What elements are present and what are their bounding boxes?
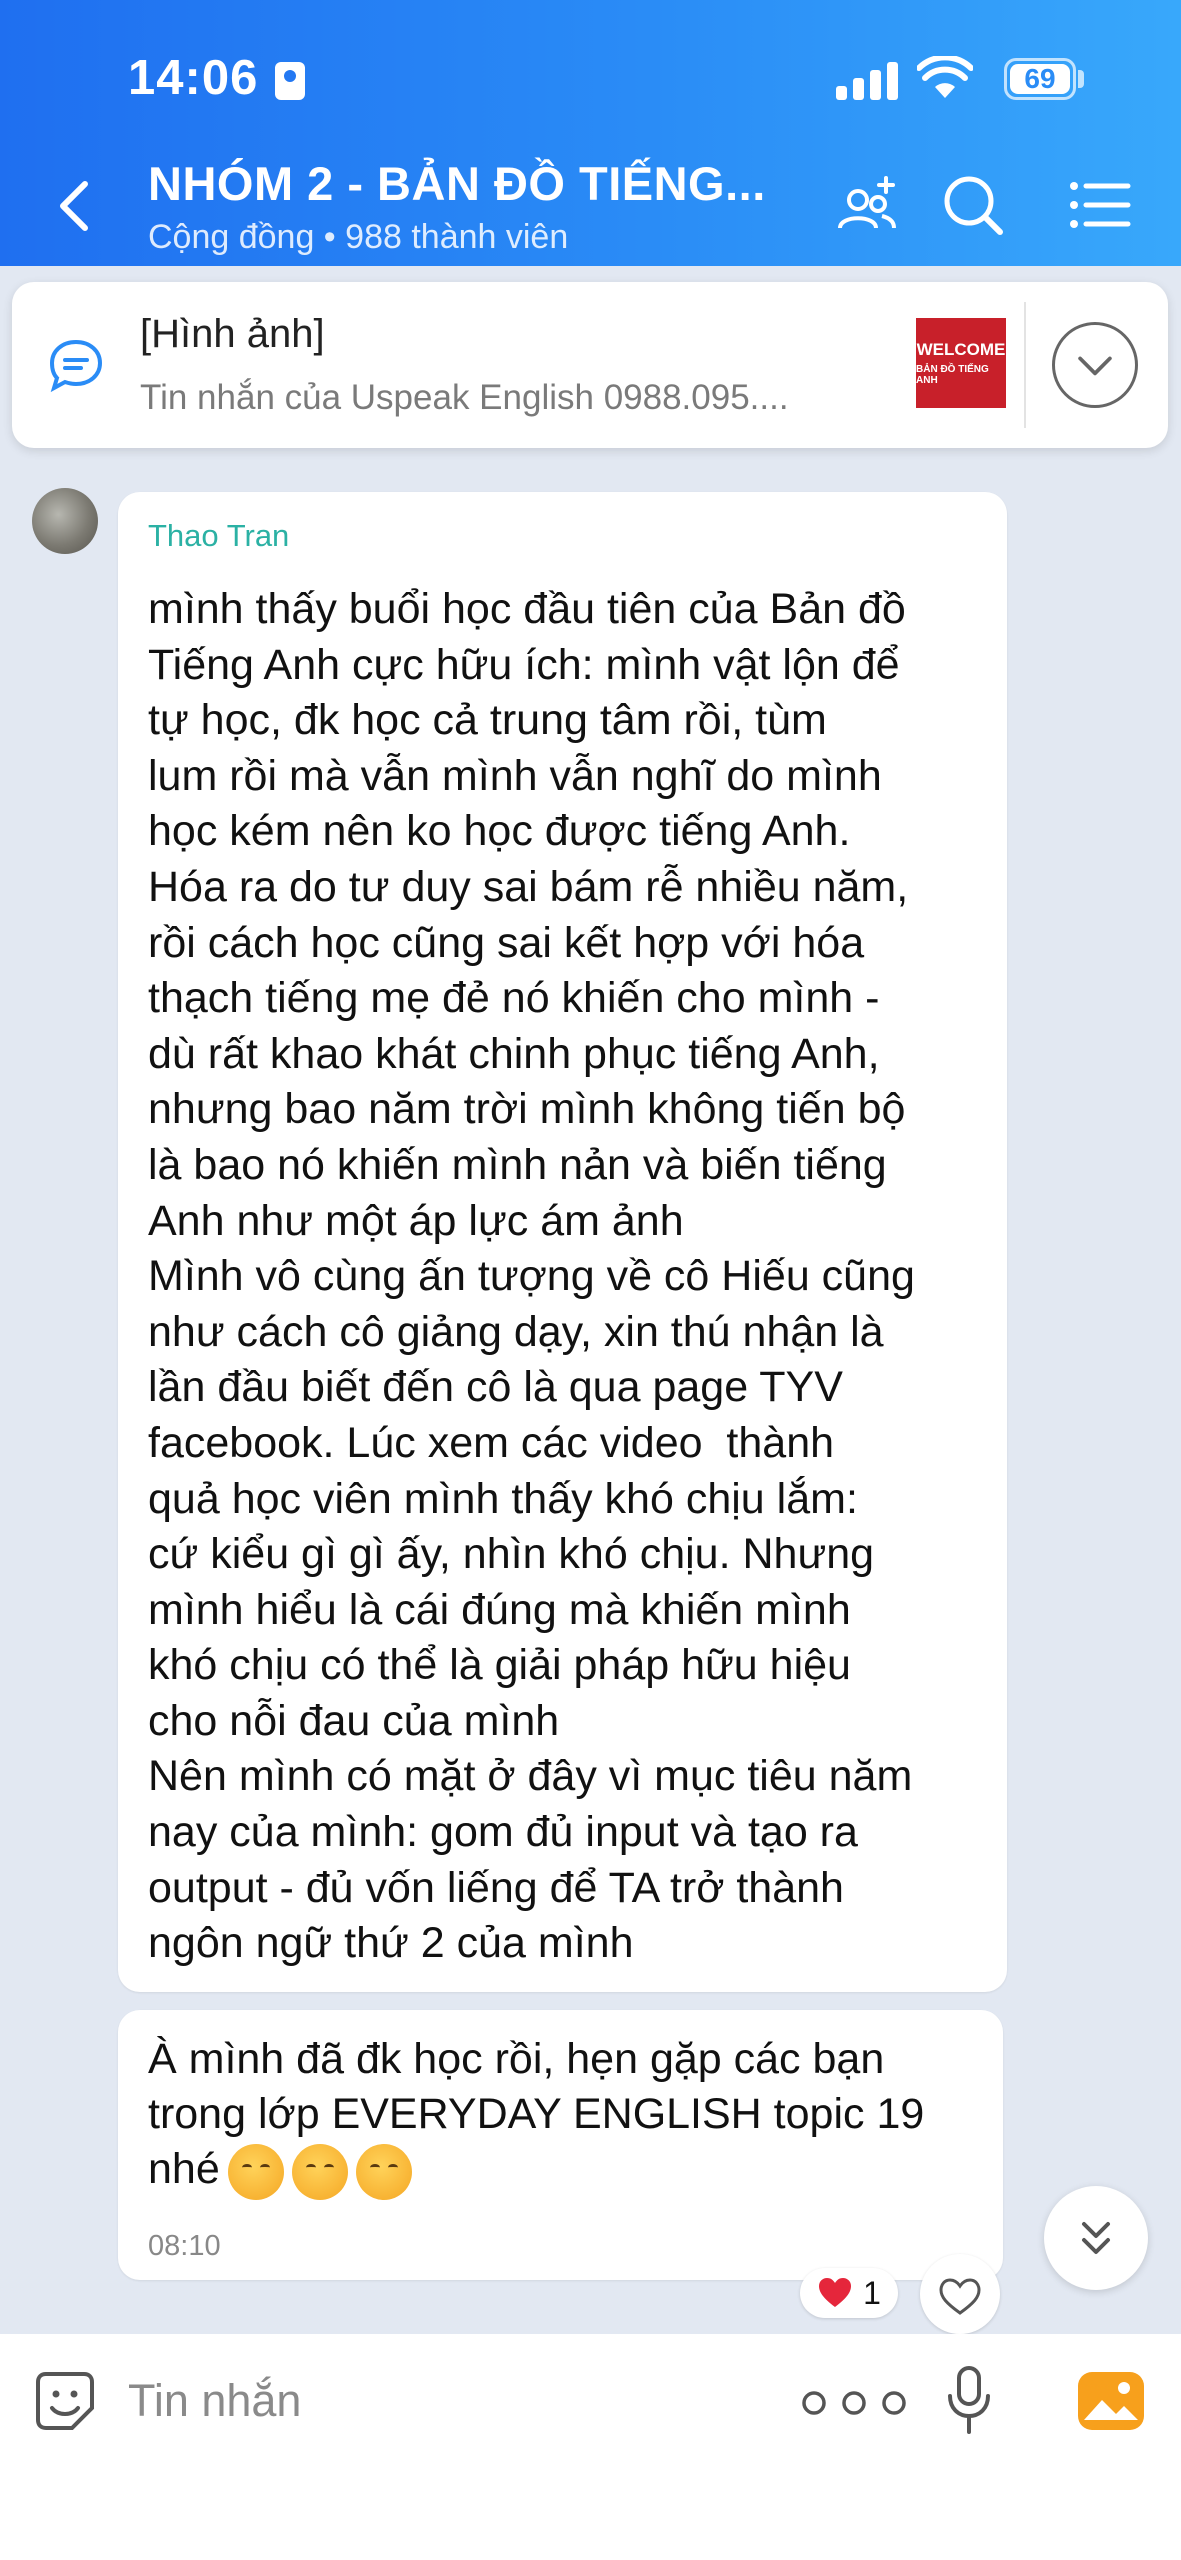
heart-filled-icon xyxy=(819,2278,852,2307)
smiling-emoji-icon xyxy=(291,2143,348,2200)
pinned-title: [Hình ảnh] xyxy=(140,312,325,356)
sender-name[interactable]: Thao Tran xyxy=(148,518,289,554)
message-bubble[interactable]: À mình đã đk học rồi, hẹn gặp các bạn tr… xyxy=(118,2010,1003,2280)
chat-bubble-icon xyxy=(49,339,103,393)
smiling-emoji-icon xyxy=(227,2143,284,2200)
signal-icon xyxy=(836,62,900,100)
thumbnail-line1: WELCOME xyxy=(916,340,1006,359)
pinned-subtitle: Tin nhắn của Uspeak English 0988.095.... xyxy=(140,378,789,417)
group-title[interactable]: NHÓM 2 - BẢN ĐỒ TIẾNG... xyxy=(148,156,766,211)
sticker-smile-icon[interactable] xyxy=(32,2368,98,2434)
more-dots-icon[interactable] xyxy=(796,2388,916,2418)
message-text: mình thấy buổi học đầu tiên của Bản đồ T… xyxy=(148,585,915,1968)
battery-tip xyxy=(1078,70,1084,88)
chevron-left-icon[interactable] xyxy=(55,178,95,234)
double-chevron-down-icon[interactable] xyxy=(1044,2186,1148,2290)
reaction-count: 1 xyxy=(863,2274,881,2311)
battery-icon: 69 xyxy=(1004,58,1076,100)
thumbnail-line2: BẢN ĐỒ TIẾNG ANH xyxy=(916,364,989,386)
message-time: 08:10 xyxy=(148,2230,221,2262)
pinned-message[interactable]: [Hình ảnh] Tin nhắn của Uspeak English 0… xyxy=(12,282,1168,448)
reaction-badge[interactable]: 1 xyxy=(800,2268,898,2318)
chat-header: 14:06 69 NHÓM 2 - BẢN ĐỒ TIẾNG... Cộng đ… xyxy=(0,0,1181,266)
smiling-emoji-icon xyxy=(355,2143,412,2200)
add-members-icon[interactable] xyxy=(832,170,902,240)
pinned-divider xyxy=(1024,302,1026,428)
message-text: À mình đã đk học rồi, hẹn gặp các bạn tr… xyxy=(148,2032,988,2200)
avatar[interactable] xyxy=(32,488,98,554)
mic-icon[interactable] xyxy=(944,2362,994,2442)
heart-outline-icon[interactable] xyxy=(920,2254,1000,2334)
chevron-down-icon[interactable] xyxy=(1052,322,1138,408)
search-icon[interactable] xyxy=(938,170,1008,240)
group-subtitle: Cộng đồng • 988 thành viên xyxy=(148,218,569,256)
message-input-bar xyxy=(0,2334,1181,2560)
contact-card-icon xyxy=(275,62,305,100)
message-bubble[interactable]: Thao Tran mình thấy buổi học đầu tiên củ… xyxy=(118,492,1007,1992)
list-menu-icon[interactable] xyxy=(1064,170,1134,240)
status-time: 14:06 xyxy=(128,51,259,105)
pinned-thumbnail[interactable]: WELCOME BẢN ĐỒ TIẾNG ANH xyxy=(916,318,1006,408)
wifi-icon xyxy=(917,56,973,98)
message-input[interactable] xyxy=(128,2368,728,2434)
battery-level: 69 xyxy=(1010,64,1070,94)
image-icon[interactable] xyxy=(1076,2370,1146,2432)
